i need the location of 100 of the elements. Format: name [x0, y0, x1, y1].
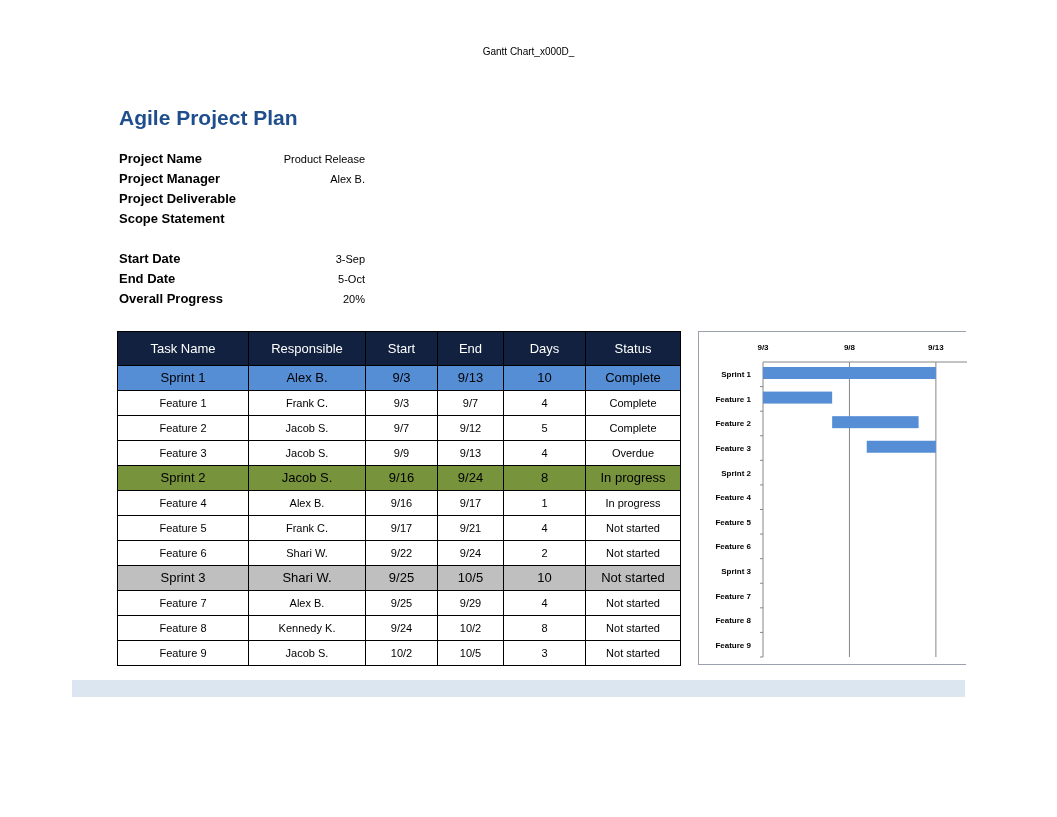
field-label: Scope Statement [119, 210, 225, 229]
table-cell: 2 [504, 541, 586, 566]
table-cell: 8 [504, 616, 586, 641]
table-cell: Sprint 2 [117, 466, 249, 491]
table-cell: 9/21 [438, 516, 504, 541]
table-cell: Feature 2 [117, 416, 249, 441]
axis-tick-label: 9/8 [843, 343, 855, 352]
field-value: 3-Sep [335, 251, 365, 267]
table-cell: Sprint 3 [117, 566, 249, 591]
field-label: Project Deliverable [119, 190, 237, 209]
table-cell: 9/12 [438, 416, 504, 441]
table-cell: 9/25 [366, 566, 438, 591]
table-cell: Overdue [586, 441, 681, 466]
table-cell: Not started [586, 641, 681, 666]
table-cell: 9/24 [366, 616, 438, 641]
table-cell: 9/16 [366, 491, 438, 516]
table-cell: Feature 6 [117, 541, 249, 566]
table-cell: 4 [504, 391, 586, 416]
table-cell: 9/7 [366, 416, 438, 441]
column-header: Days [504, 331, 586, 366]
table-cell: Alex B. [249, 491, 366, 516]
table-cell: 9/25 [366, 591, 438, 616]
field-label: Project Manager [119, 170, 221, 189]
table-cell: 10/2 [438, 616, 504, 641]
axis-tick-label: 9/3 [757, 343, 769, 352]
table-cell: Not started [586, 566, 681, 591]
table-cell: 3 [504, 641, 586, 666]
field-value: 5-Oct [338, 271, 365, 287]
field-value: Product Release [283, 151, 365, 167]
axis-category-label: Sprint 1 [721, 370, 751, 380]
table-cell: 9/17 [366, 516, 438, 541]
table-cell: In progress [586, 466, 681, 491]
table-cell: Feature 8 [117, 616, 249, 641]
table-cell: 4 [504, 441, 586, 466]
table-cell: 1 [504, 491, 586, 516]
table-cell: Jacob S. [249, 466, 366, 491]
axis-category-label: Feature 1 [715, 394, 751, 404]
table-cell: Feature 9 [117, 641, 249, 666]
table-cell: Not started [586, 616, 681, 641]
table-cell: 9/3 [366, 366, 438, 391]
table-cell: 9/17 [438, 491, 504, 516]
table-cell: Jacob S. [249, 441, 366, 466]
column-header: End [438, 331, 504, 366]
table-cell: 4 [504, 516, 586, 541]
page-title: Agile Project Plan [119, 107, 299, 128]
axis-category-label: Feature 7 [715, 591, 751, 601]
table-cell: 8 [504, 466, 586, 491]
axis-category-label: Feature 6 [715, 542, 751, 552]
table-cell: 10 [504, 366, 586, 391]
axis-category-label: Sprint 2 [721, 468, 751, 478]
axis-tick-label: 9/13 [928, 343, 944, 352]
table-cell: Feature 4 [117, 491, 249, 516]
table-cell: Feature 5 [117, 516, 249, 541]
table-cell: 9/7 [438, 391, 504, 416]
field-label: Project Name [119, 150, 203, 169]
table-cell: 9/22 [366, 541, 438, 566]
axis-category-label: Feature 4 [715, 493, 751, 503]
table-cell: Jacob S. [249, 416, 366, 441]
axis-category-label: Feature 8 [715, 616, 751, 626]
field-label: Start Date [119, 250, 181, 269]
column-header: Status [586, 331, 681, 366]
table-cell: Complete [586, 416, 681, 441]
table-cell: 10/2 [366, 641, 438, 666]
table-cell: Kennedy K. [249, 616, 366, 641]
table-cell: 9/24 [438, 541, 504, 566]
table-cell: Jacob S. [249, 641, 366, 666]
table-cell: 4 [504, 591, 586, 616]
table-cell: In progress [586, 491, 681, 516]
axis-category-label: Sprint 3 [721, 566, 751, 576]
table-cell: Not started [586, 541, 681, 566]
field-label: Overall Progress [119, 290, 224, 309]
table-cell: Alex B. [249, 591, 366, 616]
table-cell: Feature 3 [117, 441, 249, 466]
table-cell: 5 [504, 416, 586, 441]
axis-category-label: Feature 3 [715, 444, 751, 454]
table-cell: 9/29 [438, 591, 504, 616]
table-cell: Feature 1 [117, 391, 249, 416]
table-cell: Frank C. [249, 391, 366, 416]
table-cell: Feature 7 [117, 591, 249, 616]
table-cell: 10/5 [438, 566, 504, 591]
axis-category-label: Feature 2 [715, 419, 751, 429]
table-cell: Shari W. [249, 541, 366, 566]
axis-category-label: Feature 5 [715, 517, 751, 527]
table-cell: 9/24 [438, 466, 504, 491]
table-cell: 10 [504, 566, 586, 591]
table-cell: Sprint 1 [117, 366, 249, 391]
table-cell: Complete [586, 366, 681, 391]
table-cell: Frank C. [249, 516, 366, 541]
table-cell: Not started [586, 516, 681, 541]
table-cell: 9/13 [438, 366, 504, 391]
table-cell: 9/13 [438, 441, 504, 466]
table-cell: Not started [586, 591, 681, 616]
table-cell: Shari W. [249, 566, 366, 591]
column-header: Responsible [249, 331, 366, 366]
page-header: Gantt Chart_x000D_ [482, 45, 575, 59]
axis-category-label: Feature 9 [715, 640, 751, 650]
table-cell: 10/5 [438, 641, 504, 666]
table-cell: Complete [586, 391, 681, 416]
column-header: Task Name [117, 331, 249, 366]
table-cell: 9/16 [366, 466, 438, 491]
